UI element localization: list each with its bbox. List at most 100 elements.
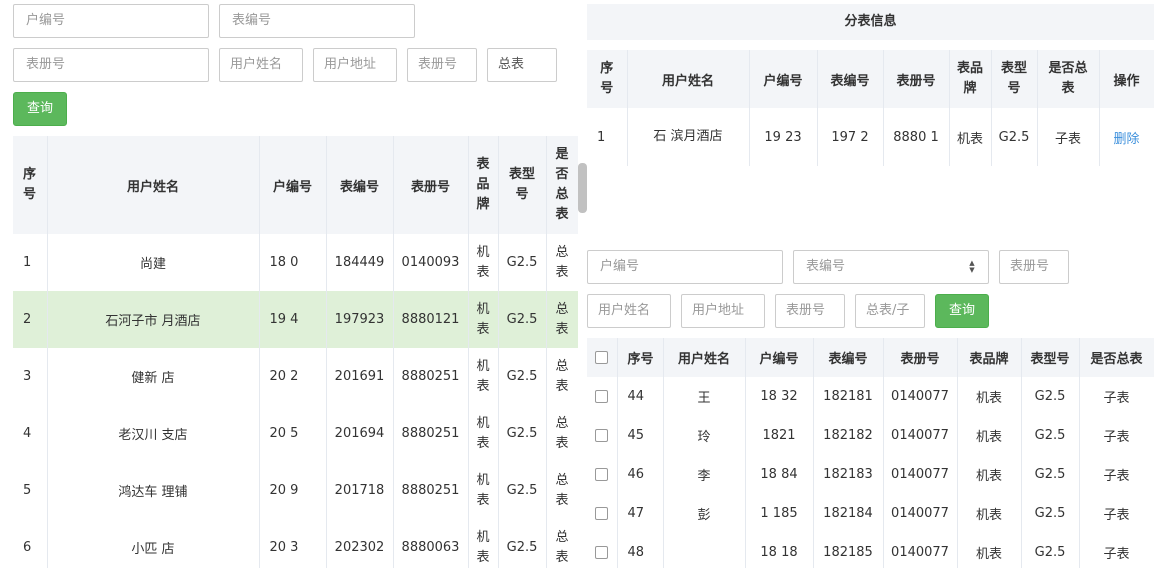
cell-brand: 机表	[957, 455, 1022, 494]
cell-no: 46	[617, 455, 664, 494]
cell-no: 47	[617, 494, 664, 533]
table-row[interactable]: 4 老汉川 支店 20 5 201694 8880251 机表 G2.5 总表	[13, 405, 578, 462]
book-no-input-right[interactable]: 表册号	[999, 250, 1069, 284]
table-header: 序号 用户姓名 户编号 表编号 表册号 表品牌 表型号 是否总表 操作	[587, 50, 1154, 108]
table-row[interactable]: 44 王 18 32 182181 0140077 机表 G2.5 子表	[587, 377, 1154, 416]
cell-meter-no: 201718	[326, 462, 394, 519]
table-row[interactable]: 46 李 18 84 182183 0140077 机表 G2.5 子表	[587, 455, 1154, 494]
select-all-checkbox[interactable]	[587, 338, 618, 377]
col-header: 表编号	[817, 50, 884, 108]
cell-book: 8880251	[393, 462, 469, 519]
table-row[interactable]: 48 18 18 182185 0140077 机表 G2.5 子表	[587, 533, 1154, 568]
total-sub-select[interactable]: 总表/子	[855, 294, 925, 328]
cell-model: G2.5	[991, 108, 1038, 166]
cell-meter-no: 182185	[813, 533, 884, 568]
query-button[interactable]: 查询	[13, 92, 67, 126]
cell-account: 20 3	[259, 519, 327, 568]
cell-meter-no: 182184	[813, 494, 884, 533]
cell-brand: 机表	[957, 494, 1022, 533]
user-address-input[interactable]: 用户地址	[313, 48, 397, 82]
cell-total: 子表	[1079, 377, 1154, 416]
col-header: 表型号	[498, 136, 547, 234]
col-header: 用户姓名	[663, 338, 746, 377]
table-row[interactable]: 1 石 滨月酒店 19 23 197 2 8880 1 机表 G2.5 子表 删…	[587, 108, 1154, 166]
col-header: 表型号	[1021, 338, 1080, 377]
cell-name: 尚建	[47, 234, 260, 291]
cell-no: 3	[13, 348, 48, 405]
cell-model: G2.5	[498, 291, 547, 348]
row-checkbox[interactable]	[587, 533, 618, 568]
cell-meter-no: 201691	[326, 348, 394, 405]
user-name-input[interactable]: 用户姓名	[219, 48, 303, 82]
account-no-input[interactable]: 户编号	[13, 4, 209, 38]
cell-account: 19 4	[259, 291, 327, 348]
cell-account: 18 84	[745, 455, 814, 494]
query-button-right[interactable]: 查询	[935, 294, 989, 328]
cell-model: G2.5	[498, 462, 547, 519]
cell-total: 子表	[1079, 455, 1154, 494]
account-no-input-right[interactable]: 户编号	[587, 250, 783, 284]
col-header: 户编号	[259, 136, 327, 234]
table-row[interactable]: 6 小匹 店 20 3 202302 8880063 机表 G2.5 总表	[13, 519, 578, 568]
table-row[interactable]: 47 彭 1 185 182184 0140077 机表 G2.5 子表	[587, 494, 1154, 533]
user-name-input-right[interactable]: 用户姓名	[587, 294, 671, 328]
cell-book: 0140077	[883, 455, 958, 494]
meter-no-input[interactable]: 表编号	[219, 4, 415, 38]
meter-no-input-right[interactable]: 表编号 ▲ ▼	[793, 250, 989, 284]
cell-no: 44	[617, 377, 664, 416]
book-no-input[interactable]: 表册号	[13, 48, 209, 82]
cell-account: 19 23	[749, 108, 818, 166]
cell-meter-no: 182181	[813, 377, 884, 416]
cell-no: 48	[617, 533, 664, 568]
total-type-select[interactable]: 总表	[487, 48, 557, 82]
cell-account: 20 2	[259, 348, 327, 405]
cell-total: 总表	[546, 234, 578, 291]
cell-brand: 机表	[468, 462, 499, 519]
table-row[interactable]: 2 石河子市 月酒店 19 4 197923 8880121 机表 G2.5 总…	[13, 291, 578, 348]
cell-book: 8880251	[393, 348, 469, 405]
cell-no: 2	[13, 291, 48, 348]
delete-link[interactable]: 删除	[1099, 108, 1154, 166]
cell-book: 0140077	[883, 533, 958, 568]
user-address-input-right[interactable]: 用户地址	[681, 294, 765, 328]
cell-model: G2.5	[1021, 533, 1080, 568]
book-no-input-2[interactable]: 表册号	[407, 48, 477, 82]
cell-book: 8880063	[393, 519, 469, 568]
row-checkbox[interactable]	[587, 494, 618, 533]
cell-book: 8880 1	[883, 108, 950, 166]
cell-model: G2.5	[498, 519, 547, 568]
cell-model: G2.5	[1021, 377, 1080, 416]
cell-book: 8880121	[393, 291, 469, 348]
row-checkbox[interactable]	[587, 455, 618, 494]
cell-meter-no: 182183	[813, 455, 884, 494]
cell-account: 18 0	[259, 234, 327, 291]
number-spinner-icon[interactable]: ▲ ▼	[968, 260, 976, 274]
col-header: 表编号	[326, 136, 394, 234]
cell-model: G2.5	[1021, 416, 1080, 455]
col-header: 户编号	[745, 338, 814, 377]
table-row[interactable]: 3 健新 店 20 2 201691 8880251 机表 G2.5 总表	[13, 348, 578, 405]
book-no-input-right-2[interactable]: 表册号	[775, 294, 845, 328]
table-scrollbar[interactable]	[578, 163, 587, 213]
table-row[interactable]: 1 尚建 18 0 184449 0140093 机表 G2.5 总表	[13, 234, 578, 291]
row-checkbox[interactable]	[587, 416, 618, 455]
cell-book: 0140077	[883, 494, 958, 533]
cell-meter-no: 184449	[326, 234, 394, 291]
cell-book: 0140093	[393, 234, 469, 291]
cell-brand: 机表	[468, 405, 499, 462]
cell-name: 石河子市 月酒店	[47, 291, 260, 348]
cell-brand: 机表	[949, 108, 992, 166]
main-meter-table: 序号 用户姓名 户编号 表编号 表册号 表品牌 表型号 是否总表 1 尚建 18…	[13, 136, 578, 568]
cell-name	[663, 533, 746, 568]
col-header: 表品牌	[949, 50, 992, 108]
cell-total: 总表	[546, 462, 578, 519]
cell-total: 子表	[1079, 416, 1154, 455]
cell-total: 总表	[546, 519, 578, 568]
table-row[interactable]: 45 玲 1821 182182 0140077 机表 G2.5 子表	[587, 416, 1154, 455]
cell-name: 健新 店	[47, 348, 260, 405]
col-header: 是否总表	[1037, 50, 1100, 108]
table-row[interactable]: 5 鸿达车 理铺 20 9 201718 8880251 机表 G2.5 总表	[13, 462, 578, 519]
row-checkbox[interactable]	[587, 377, 618, 416]
cell-model: G2.5	[498, 348, 547, 405]
cell-total: 子表	[1037, 108, 1100, 166]
